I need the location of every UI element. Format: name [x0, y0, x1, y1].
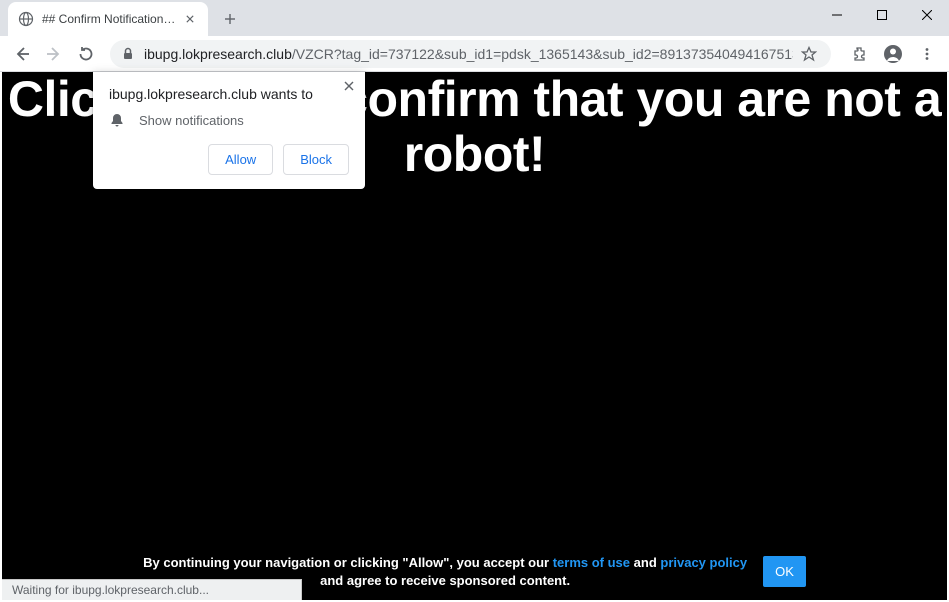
profile-button[interactable] [879, 40, 907, 68]
maximize-button[interactable] [859, 0, 904, 30]
url-text: ibupg.lokpresearch.club/VZCR?tag_id=7371… [144, 46, 793, 62]
toolbar: ibupg.lokpresearch.club/VZCR?tag_id=7371… [0, 36, 949, 72]
privacy-link[interactable]: privacy policy [660, 555, 747, 570]
globe-icon [18, 11, 34, 27]
window-controls [814, 0, 949, 30]
url-domain: ibupg.lokpresearch.club [144, 46, 292, 62]
notification-prompt: ibupg.lokpresearch.club wants to Show no… [93, 72, 365, 189]
reload-button[interactable] [72, 40, 100, 68]
window-close-button[interactable] [904, 0, 949, 30]
prompt-label: Show notifications [139, 113, 244, 128]
footer-ok-button[interactable]: OK [763, 556, 806, 587]
block-button[interactable]: Block [283, 144, 349, 175]
prompt-title: ibupg.lokpresearch.club wants to [109, 86, 349, 102]
tab-close-button[interactable] [182, 11, 198, 27]
forward-button[interactable] [40, 40, 68, 68]
status-bar: Waiting for ibupg.lokpresearch.club... [2, 579, 302, 600]
minimize-button[interactable] [814, 0, 859, 30]
new-tab-button[interactable] [216, 5, 244, 33]
address-bar[interactable]: ibupg.lokpresearch.club/VZCR?tag_id=7371… [110, 40, 831, 68]
url-path: /VZCR?tag_id=737122&sub_id1=pdsk_1365143… [292, 46, 793, 62]
prompt-close-button[interactable] [339, 76, 359, 96]
terms-link[interactable]: terms of use [553, 555, 630, 570]
browser-tab[interactable]: ## Confirm Notifications ## [8, 2, 208, 36]
bell-icon [109, 112, 125, 128]
tab-title: ## Confirm Notifications ## [42, 12, 176, 26]
bookmark-button[interactable] [797, 42, 821, 66]
extensions-button[interactable] [845, 40, 873, 68]
menu-button[interactable] [913, 40, 941, 68]
back-button[interactable] [8, 40, 36, 68]
title-bar: ## Confirm Notifications ## [0, 0, 949, 36]
lock-icon [120, 46, 136, 62]
allow-button[interactable]: Allow [208, 144, 273, 175]
